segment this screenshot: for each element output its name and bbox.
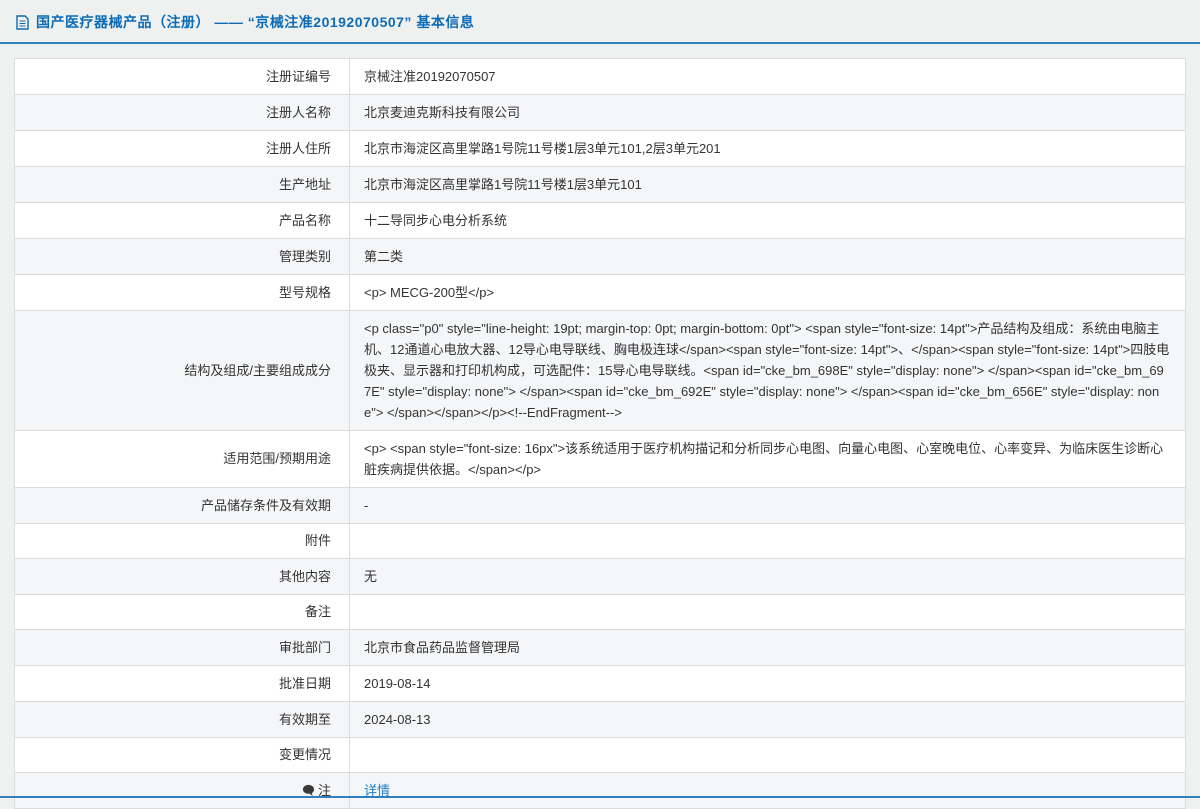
row-remarks: 备注 xyxy=(14,594,1186,630)
row-scope-of-use: 适用范围/预期用途 <p> <span style="font-size: 16… xyxy=(14,430,1186,488)
row-reg-cert-no: 注册证编号 京械注准20192070507 xyxy=(14,58,1186,95)
row-valid-until: 有效期至 2024-08-13 xyxy=(14,701,1186,738)
row-value: 京械注准20192070507 xyxy=(349,58,1186,95)
row-label: 有效期至 xyxy=(14,701,350,738)
row-value: 北京市海淀区高里掌路1号院11号楼1层3单元101,2层3单元201 xyxy=(349,130,1186,167)
document-icon xyxy=(16,14,29,30)
row-value xyxy=(349,594,1186,630)
bottom-divider xyxy=(0,796,1200,798)
row-label: 生产地址 xyxy=(14,166,350,203)
row-value: 2024-08-13 xyxy=(349,701,1186,738)
row-registrant-name: 注册人名称 北京麦迪克斯科技有限公司 xyxy=(14,94,1186,131)
row-registrant-address: 注册人住所 北京市海淀区高里掌路1号院11号楼1层3单元101,2层3单元201 xyxy=(14,130,1186,167)
row-management-class: 管理类别 第二类 xyxy=(14,238,1186,275)
row-label: 批准日期 xyxy=(14,665,350,702)
row-label: 审批部门 xyxy=(14,629,350,666)
row-value: 十二导同步心电分析系统 xyxy=(349,202,1186,239)
row-value: <p> <span style="font-size: 16px">该系统适用于… xyxy=(349,430,1186,488)
row-value: <p class="p0" style="line-height: 19pt; … xyxy=(349,310,1186,431)
row-product-name: 产品名称 十二导同步心电分析系统 xyxy=(14,202,1186,239)
row-label: 适用范围/预期用途 xyxy=(14,430,350,488)
row-change-info: 变更情况 xyxy=(14,737,1186,773)
row-storage-validity: 产品储存条件及有效期 - xyxy=(14,487,1186,524)
row-attachment: 附件 xyxy=(14,523,1186,559)
row-value: - xyxy=(349,487,1186,524)
row-model-spec: 型号规格 <p> MECG-200型</p> xyxy=(14,274,1186,311)
row-label: 结构及组成/主要组成成分 xyxy=(14,310,350,431)
row-value: 无 xyxy=(349,558,1186,595)
row-structure-composition: 结构及组成/主要组成成分 <p class="p0" style="line-h… xyxy=(14,310,1186,431)
row-value: 北京市海淀区高里掌路1号院11号楼1层3单元101 xyxy=(349,166,1186,203)
row-label: 型号规格 xyxy=(14,274,350,311)
row-label: 产品储存条件及有效期 xyxy=(14,487,350,524)
row-label: 注册人住所 xyxy=(14,130,350,167)
product-info-table: 注册证编号 京械注准20192070507 注册人名称 北京麦迪克斯科技有限公司… xyxy=(14,58,1186,809)
comment-icon xyxy=(302,784,315,797)
row-label: 备注 xyxy=(14,594,350,630)
row-label: 注册人名称 xyxy=(14,94,350,131)
row-label: 附件 xyxy=(14,523,350,559)
row-value: 2019-08-14 xyxy=(349,665,1186,702)
row-label: 其他内容 xyxy=(14,558,350,595)
page-title: 国产医疗器械产品（注册） —— “京械注准20192070507” 基本信息 xyxy=(36,14,475,30)
row-value xyxy=(349,523,1186,559)
row-value: 第二类 xyxy=(349,238,1186,275)
row-value: 详情 xyxy=(349,772,1186,809)
row-other-content: 其他内容 无 xyxy=(14,558,1186,595)
row-value: <p> MECG-200型</p> xyxy=(349,274,1186,311)
row-value: 北京市食品药品监督管理局 xyxy=(349,629,1186,666)
row-approval-dept: 审批部门 北京市食品药品监督管理局 xyxy=(14,629,1186,666)
row-note: 注 详情 xyxy=(14,772,1186,809)
row-label: 产品名称 xyxy=(14,202,350,239)
row-label: 注 xyxy=(14,772,350,809)
row-label: 管理类别 xyxy=(14,238,350,275)
row-value: 北京麦迪克斯科技有限公司 xyxy=(349,94,1186,131)
row-approval-date: 批准日期 2019-08-14 xyxy=(14,665,1186,702)
row-value xyxy=(349,737,1186,773)
row-production-address: 生产地址 北京市海淀区高里掌路1号院11号楼1层3单元101 xyxy=(14,166,1186,203)
row-label: 注册证编号 xyxy=(14,58,350,95)
row-label: 变更情况 xyxy=(14,737,350,773)
page-header: 国产医疗器械产品（注册） —— “京械注准20192070507” 基本信息 xyxy=(0,0,1200,44)
